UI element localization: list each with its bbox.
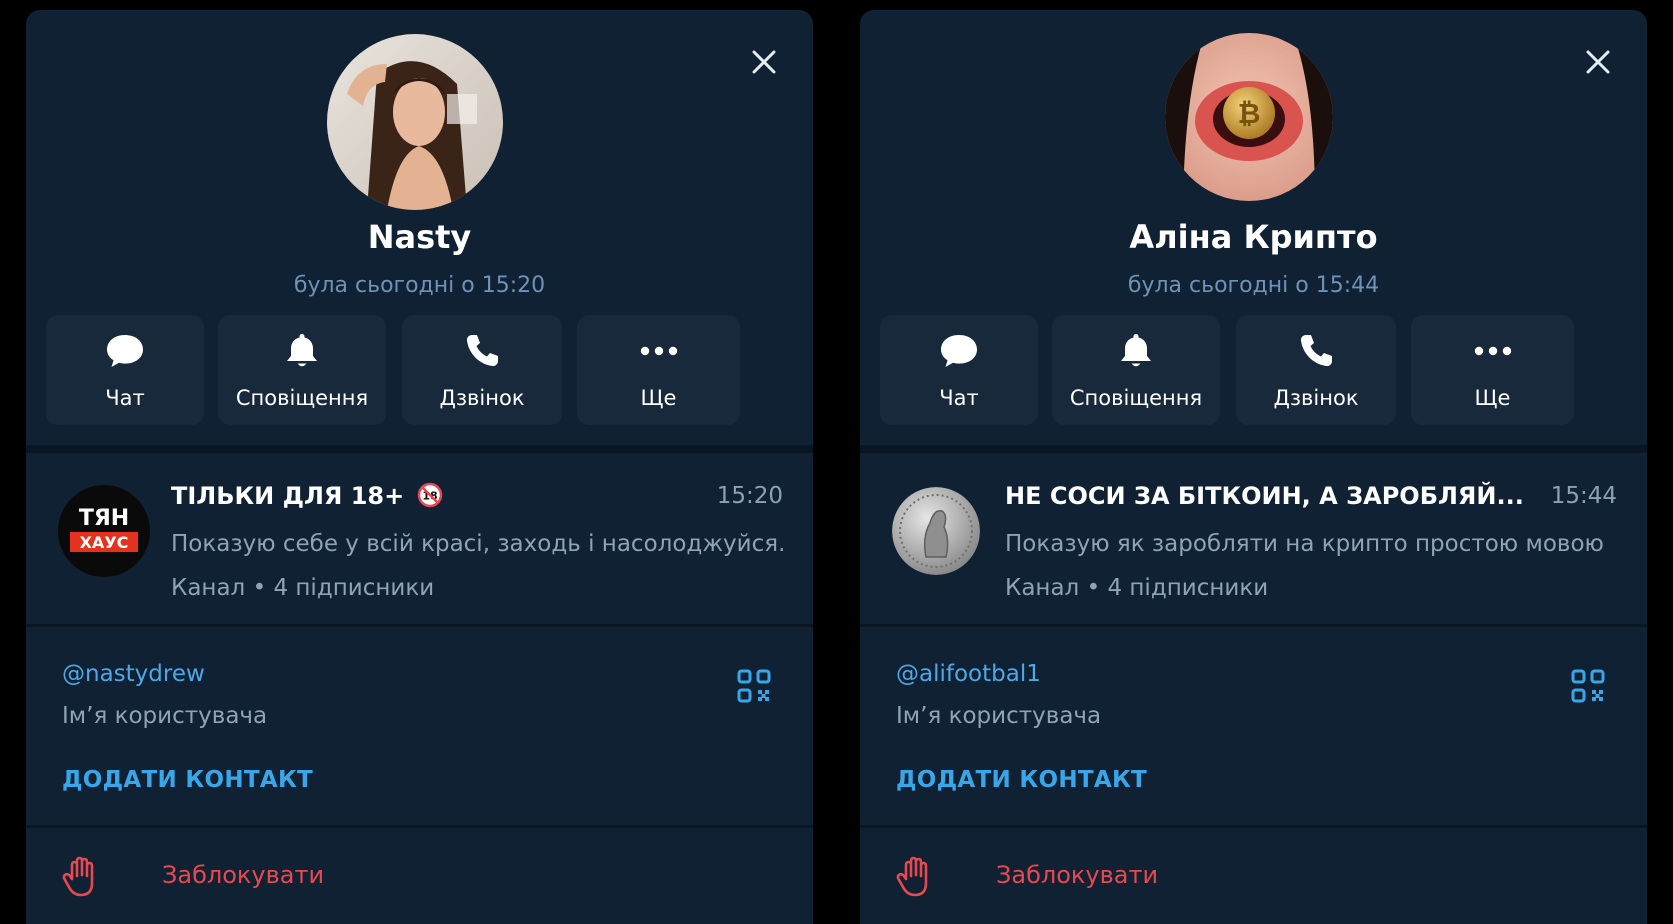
profile-panel-alina: ₿ Аліна Крипто була сьогодні о 15:44 Чат… — [860, 10, 1647, 924]
add-contact-button[interactable]: ДОДАТИ КОНТАКТ — [62, 763, 313, 797]
profile-header: ₿ Аліна Крипто була сьогодні о 15:44 Чат… — [860, 10, 1647, 445]
profile-panel-nasty: Nasty була сьогодні о 15:20 Чат Сповіщен… — [26, 10, 813, 924]
channel-avatar — [892, 487, 980, 575]
chat-bubble-icon — [107, 335, 143, 367]
chat-button-label: Чат — [939, 386, 979, 410]
call-button-label: Дзвінок — [439, 386, 525, 410]
qr-code-icon[interactable] — [1570, 668, 1606, 704]
channel-meta: Канал • 4 підписники — [1005, 575, 1269, 601]
more-button-label: Ще — [1474, 386, 1511, 410]
divider — [860, 445, 1647, 453]
call-button-label: Дзвінок — [1273, 386, 1359, 410]
divider — [26, 624, 813, 627]
channel-description: Показую себе у всій красі, заходь і насо… — [171, 531, 783, 557]
bell-icon — [1121, 334, 1151, 367]
more-button[interactable]: Ще — [577, 315, 740, 425]
channel-logo-line1: ТЯН — [79, 506, 129, 531]
age-18-icon: 18 — [417, 482, 442, 508]
last-seen-status: була сьогодні о 15:44 — [1127, 273, 1380, 298]
hand-stop-icon — [62, 856, 94, 897]
user-info-section: @nastydrew Ім’я користувача ДОДАТИ КОНТА… — [26, 632, 813, 825]
username-link[interactable]: @nastydrew — [62, 657, 205, 691]
channel-logo-line2: ХАУС — [80, 533, 129, 552]
chat-button[interactable]: Чат — [880, 315, 1038, 425]
last-seen-status: була сьогодні о 15:20 — [293, 273, 546, 298]
divider — [860, 825, 1647, 828]
channel-time: 15:44 — [1550, 483, 1617, 509]
username-label: Ім’я користувача — [896, 703, 1102, 729]
call-button[interactable]: Дзвінок — [1236, 315, 1396, 425]
bell-icon — [287, 334, 317, 367]
divider — [26, 825, 813, 828]
action-bar: Чат Сповіщення Дзвінок Ще — [46, 315, 793, 425]
phone-icon — [1300, 335, 1332, 367]
block-user-label: Заблокувати — [162, 861, 325, 889]
svg-text:₿: ₿ — [1238, 97, 1261, 130]
chat-bubble-icon — [941, 335, 977, 367]
block-user-button[interactable]: Заблокувати — [860, 830, 1647, 924]
chat-button[interactable]: Чат — [46, 315, 204, 425]
more-button[interactable]: Ще — [1411, 315, 1574, 425]
qr-code-icon[interactable] — [736, 668, 772, 704]
channel-title-text: ТІЛЬКИ ДЛЯ 18+ — [171, 482, 405, 510]
more-button-label: Ще — [640, 386, 677, 410]
user-info-section: @alifootbal1 Ім’я користувача ДОДАТИ КОН… — [860, 632, 1647, 825]
username-link[interactable]: @alifootbal1 — [896, 657, 1041, 691]
linked-channel-card[interactable]: НЕ СОСИ ЗА БІТКОИН, А ЗАРОБЛЯЙ... 15:44 … — [860, 453, 1647, 629]
close-icon[interactable] — [1582, 46, 1614, 78]
hand-stop-icon — [896, 856, 928, 897]
avatar[interactable] — [327, 34, 503, 210]
channel-title: НЕ СОСИ ЗА БІТКОИН, А ЗАРОБЛЯЙ... — [1005, 479, 1524, 513]
linked-channel-card[interactable]: ТЯН ХАУС ТІЛЬКИ ДЛЯ 18+ 18 15:20 Показую… — [26, 453, 813, 629]
block-user-label: Заблокувати — [996, 861, 1159, 889]
divider — [860, 624, 1647, 627]
profile-name: Nasty — [367, 218, 472, 256]
close-icon[interactable] — [748, 46, 780, 78]
avatar[interactable]: ₿ — [1165, 33, 1333, 201]
channel-meta: Канал • 4 підписники — [171, 575, 435, 601]
more-dots-icon — [1474, 346, 1511, 356]
chat-button-label: Чат — [105, 386, 145, 410]
channel-title: ТІЛЬКИ ДЛЯ 18+ 18 — [171, 479, 443, 513]
call-button[interactable]: Дзвінок — [402, 315, 562, 425]
channel-title-text: НЕ СОСИ ЗА БІТКОИН, А ЗАРОБЛЯЙ... — [1005, 482, 1524, 510]
notifications-button-label: Сповіщення — [1069, 386, 1203, 410]
notifications-button[interactable]: Сповіщення — [1052, 315, 1220, 425]
channel-description: Показую як заробляти на крипто простою м… — [1005, 531, 1604, 557]
notifications-button[interactable]: Сповіщення — [218, 315, 386, 425]
channel-time: 15:20 — [716, 483, 783, 509]
profile-header: Nasty була сьогодні о 15:20 Чат Сповіщен… — [26, 10, 813, 445]
divider — [26, 445, 813, 453]
action-bar: Чат Сповіщення Дзвінок Ще — [880, 315, 1627, 425]
add-contact-button[interactable]: ДОДАТИ КОНТАКТ — [896, 763, 1147, 797]
block-user-button[interactable]: Заблокувати — [26, 830, 813, 924]
notifications-button-label: Сповіщення — [235, 386, 369, 410]
phone-icon — [466, 335, 498, 367]
username-label: Ім’я користувача — [62, 703, 268, 729]
channel-avatar: ТЯН ХАУС — [58, 485, 150, 577]
profile-name: Аліна Крипто — [1129, 218, 1378, 256]
more-dots-icon — [640, 346, 677, 356]
